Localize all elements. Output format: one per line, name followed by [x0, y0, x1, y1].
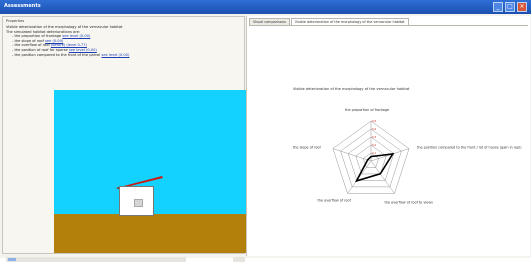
radar-axis-label: the proportion of frontage	[345, 108, 389, 112]
radar-axis-label: the position compared to the front / lot…	[417, 146, 522, 150]
chart-title: Visible deterioration of the morphology …	[293, 87, 410, 91]
radar-chart: Visible deterioration of the morphology …	[246, 16, 529, 256]
radar-scale-label: 0.1	[372, 151, 376, 155]
radar-axis-line	[370, 160, 395, 194]
house-model	[119, 186, 154, 216]
radar-svg: Visible deterioration of the morphology …	[293, 87, 522, 204]
radar-scale-label: 0.5	[372, 119, 376, 123]
radar-scale-label: 0.4	[372, 127, 376, 131]
level-link[interactable]: see level (0.00)	[101, 53, 129, 57]
level-link[interactable]: see level (0.00)	[69, 48, 97, 52]
list-item: - the position compared to the front of …	[12, 52, 130, 57]
maximize-button[interactable]: □	[505, 2, 515, 12]
radar-scale-label: 0.3	[372, 135, 376, 139]
radar-axis-line	[332, 148, 372, 162]
minimize-button[interactable]: _	[493, 2, 503, 12]
close-button[interactable]: ×	[517, 2, 527, 12]
radar-axis-label: the slope of roof	[293, 146, 322, 150]
radar-scale-label: 0.2	[372, 143, 376, 147]
level-link[interactable]: see (0.00)	[45, 39, 63, 43]
level-link[interactable]: see level (0.00)	[62, 34, 90, 38]
properties-panel: Properties Visible deterioration of the …	[2, 16, 247, 262]
scrollbar-thumb[interactable]	[8, 258, 16, 261]
panel-label: Properties	[6, 19, 25, 23]
deterioration-list: Visible deterioration of the morphology …	[6, 25, 129, 57]
radar-axis-label: the overflow of roof to views	[385, 200, 434, 204]
application-window: Assessments _ □ × Properties Visible det…	[0, 0, 531, 262]
habitat-3d-view[interactable]	[54, 90, 247, 253]
window-title: Assessments	[4, 3, 41, 9]
list-heading: Visible deterioration of the morphology …	[6, 25, 123, 29]
ground-area	[54, 214, 247, 253]
radar-axis-label: the overflow of roof	[317, 198, 351, 202]
level-link[interactable]: (before) (level 0.77)	[51, 43, 87, 47]
title-bar: Assessments _ □ ×	[0, 0, 531, 14]
house-window	[134, 199, 143, 207]
